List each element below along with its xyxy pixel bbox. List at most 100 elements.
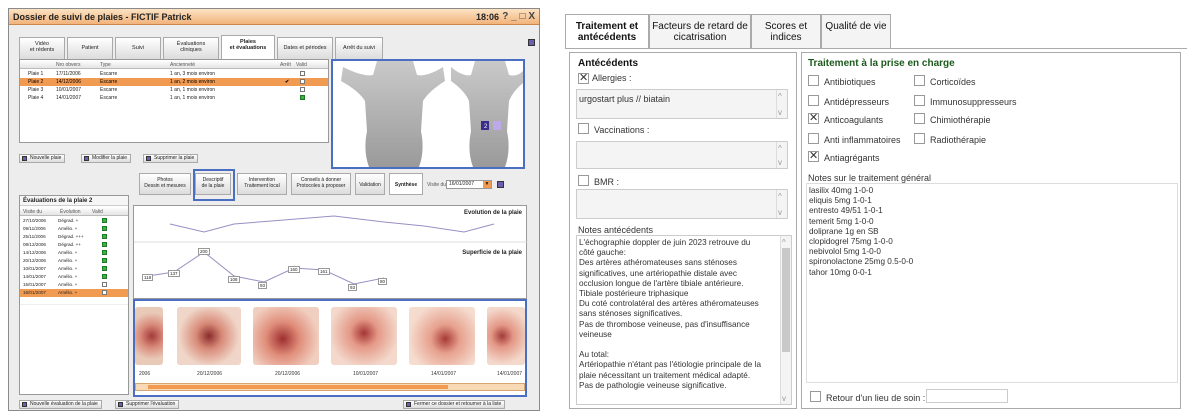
- photo-scrollbar[interactable]: [135, 383, 525, 391]
- subtab-conseils[interactable]: Conseils à donner Protocoles à proposer: [291, 173, 351, 195]
- visit-date-select[interactable]: 16/01/2007 ▼: [446, 180, 492, 189]
- scrollbar[interactable]: ^ v: [776, 90, 787, 118]
- notes-traitement-field[interactable]: lasilix 40mg 1-0-0 eliquis 5mg 1-0-1 ent…: [806, 183, 1178, 383]
- vaccinations-checkbox[interactable]: [578, 123, 589, 134]
- valid-checkbox[interactable]: [300, 87, 305, 92]
- subtab-synthese[interactable]: Synthèse: [389, 173, 423, 195]
- valid-checkbox[interactable]: [102, 266, 107, 271]
- valid-checkbox[interactable]: [102, 282, 107, 287]
- scrollbar[interactable]: ^ v: [780, 236, 791, 404]
- antidepresseurs-checkbox[interactable]: [808, 95, 819, 106]
- subtab-intervention[interactable]: Intervention Traitement local: [237, 173, 287, 195]
- tab-evaluations-cliniques[interactable]: Évaluations cliniques: [163, 37, 219, 59]
- tab-facteurs[interactable]: Facteurs de retard de cicatrisation: [649, 14, 751, 48]
- chimiotherapie-checkbox[interactable]: [914, 113, 925, 124]
- delete-evaluation-button[interactable]: Supprimer l'évaluation: [115, 400, 180, 409]
- scrollbar-thumb[interactable]: [148, 385, 448, 389]
- wound-photo[interactable]: [253, 307, 319, 365]
- tab-suivi[interactable]: Suivi: [115, 37, 161, 59]
- tab-arret-suivi[interactable]: Arrêt du suivi: [335, 37, 383, 59]
- antiagregants-checkbox[interactable]: ✕: [808, 151, 819, 162]
- title-bar: Dossier de suivi de plaies - FICTIF Patr…: [9, 9, 539, 25]
- valid-checkbox[interactable]: [102, 218, 107, 223]
- wound-photo[interactable]: [409, 307, 475, 365]
- tab-patient[interactable]: Patient: [67, 37, 113, 59]
- close-file-button[interactable]: Fermer ce dossier et retourner à la list…: [403, 400, 506, 409]
- tab-qualite[interactable]: Qualité de vie: [821, 14, 891, 48]
- wound-tracking-window: Dossier de suivi de plaies - FICTIF Patr…: [8, 8, 540, 411]
- antibiotiques-checkbox[interactable]: [808, 75, 819, 86]
- valid-checkbox[interactable]: [102, 250, 107, 255]
- scroll-up-icon: ^: [778, 144, 782, 153]
- scrollbar[interactable]: ^ v: [776, 190, 787, 218]
- tab-video[interactable]: Vidéo et rédents: [19, 37, 65, 59]
- evaluation-row[interactable]: 25/11/2006 Dégrad. +++: [20, 233, 128, 241]
- new-wound-button[interactable]: Nouvelle plaie: [19, 154, 66, 163]
- evaluation-row[interactable]: 14/12/2006 Amélio. +: [20, 249, 128, 257]
- anti-inflammatoires-checkbox[interactable]: [808, 133, 819, 144]
- scroll-up-icon: ^: [778, 92, 782, 101]
- scrollbar[interactable]: ^ v: [776, 142, 787, 168]
- scrollbar-thumb[interactable]: [782, 248, 790, 352]
- allergies-checkbox[interactable]: ✕: [578, 73, 589, 84]
- evaluation-row[interactable]: 27/10/2006 Dégrad. +: [20, 217, 128, 225]
- valid-checkbox[interactable]: [102, 242, 107, 247]
- evaluation-row[interactable]: 15/01/2007 Amélio. +: [20, 281, 128, 289]
- tab-traitement[interactable]: Traitement et antécédents: [565, 14, 649, 49]
- surface-label: 118: [142, 274, 154, 281]
- evaluation-row[interactable]: 20/12/2006 Amélio. +: [20, 257, 128, 265]
- wound-photo[interactable]: [177, 307, 241, 365]
- bmr-checkbox[interactable]: [578, 175, 589, 186]
- wound-row[interactable]: Plaie 1 17/11/2006 Escarre 1 an, 3 mois …: [20, 70, 328, 78]
- valid-checkbox[interactable]: [300, 95, 305, 100]
- visit-date-value: 16/01/2007: [449, 181, 475, 187]
- evaluation-row[interactable]: 16/01/2007 Amélio. +: [20, 289, 128, 297]
- tab-plaies-evaluations[interactable]: Plaies et évaluations: [221, 35, 275, 59]
- body-diagram[interactable]: 2: [331, 59, 525, 169]
- delete-icon: [118, 402, 123, 407]
- evaluation-row[interactable]: 09/11/2006 Amélio. +: [20, 225, 128, 233]
- wound-photo[interactable]: [331, 307, 397, 365]
- photo-date: 2006: [139, 371, 151, 377]
- wound-row-selected[interactable]: Plaie 2 14/12/2006 Escarre 1 an, 2 mois …: [20, 78, 328, 86]
- vaccinations-field[interactable]: ^ v: [576, 141, 788, 169]
- evaluation-row[interactable]: 14/01/2007 Amélio. +: [20, 273, 128, 281]
- allergies-field[interactable]: urgostart plus // biatain ^ v: [576, 89, 788, 119]
- col-age: Ancienneté: [170, 62, 196, 68]
- notes-antecedents-field[interactable]: L'échographie doppler de juin 2023 retro…: [576, 235, 792, 405]
- wound-row[interactable]: Plaie 3 10/01/2007 Escarre 1 an, 1 mois …: [20, 86, 328, 94]
- tab-scores[interactable]: Scores et indices: [751, 14, 821, 48]
- evaluation-row[interactable]: 08/12/2006 Dégrad. ++: [20, 241, 128, 249]
- bmr-field[interactable]: ^ v: [576, 189, 788, 219]
- subtab-validation[interactable]: Validation: [355, 173, 385, 195]
- wound-photo[interactable]: [135, 307, 163, 365]
- bmr-label: BMR :: [594, 177, 620, 187]
- valid-checkbox[interactable]: [102, 258, 107, 263]
- subtab-photos[interactable]: Photos Dessin et mesures: [139, 173, 191, 195]
- delete-wound-button[interactable]: Supprimer la plaie: [143, 154, 199, 163]
- anticoagulants-checkbox[interactable]: ✕: [808, 113, 819, 124]
- print-icon[interactable]: [528, 39, 535, 46]
- valid-checkbox[interactable]: [102, 290, 107, 295]
- valid-checkbox[interactable]: [300, 71, 305, 76]
- wound-date: 10/01/2007: [56, 87, 82, 93]
- surface-label: 161: [318, 268, 330, 275]
- retour-lieu-checkbox[interactable]: [810, 391, 821, 402]
- valid-checkbox[interactable]: [102, 234, 107, 239]
- valid-checkbox[interactable]: [102, 226, 107, 231]
- evaluation-row[interactable]: 10/01/2007 Amélio. +: [20, 265, 128, 273]
- retour-lieu-input[interactable]: [926, 389, 1008, 403]
- wound-photo[interactable]: [487, 307, 525, 365]
- wound-row[interactable]: Plaie 4 14/01/2007 Escarre 1 an, 1 mois …: [20, 94, 328, 102]
- window-controls[interactable]: ? _ □ X: [502, 11, 535, 22]
- valid-checkbox[interactable]: [300, 79, 305, 84]
- radiotherapie-checkbox[interactable]: [914, 133, 925, 144]
- tab-dates-periodes[interactable]: Dates et périodes: [277, 37, 333, 59]
- edit-wound-button[interactable]: Modifier la plaie: [81, 154, 132, 163]
- corticoides-checkbox[interactable]: [914, 75, 925, 86]
- immunosuppresseurs-checkbox[interactable]: [914, 95, 925, 106]
- print-icon[interactable]: [497, 181, 504, 188]
- wound-type: Escarre: [100, 71, 118, 77]
- new-evaluation-button[interactable]: Nouvelle évaluation de la plaie: [19, 400, 102, 409]
- valid-checkbox[interactable]: [102, 274, 107, 279]
